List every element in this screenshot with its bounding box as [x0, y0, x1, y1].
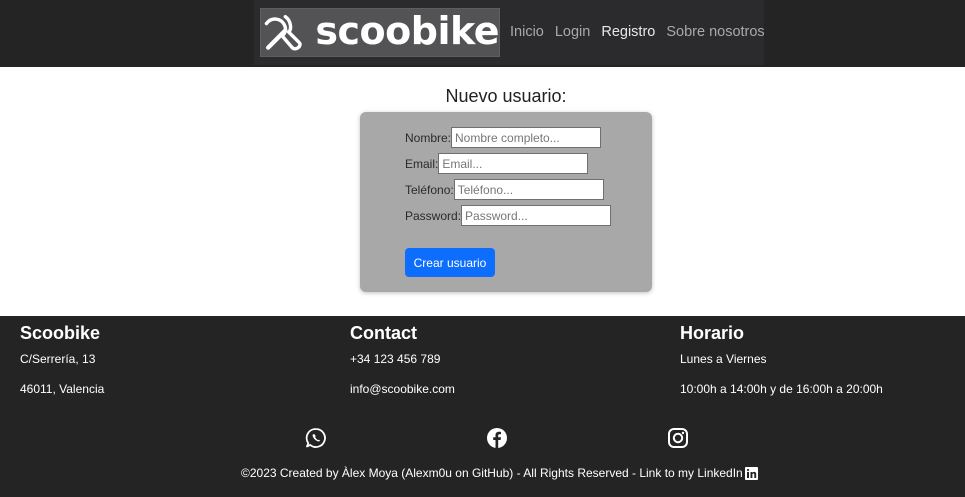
copyright-text[interactable]: ©2023 Created by Àlex Moya (Alexm0u on G… [241, 466, 743, 480]
password-label: Password: [405, 208, 462, 223]
name-field[interactable] [451, 127, 602, 148]
phone-label: Teléfono: [405, 182, 454, 197]
footer-phone: +34 123 456 789 [350, 352, 441, 366]
email-row: Email: [405, 153, 589, 174]
nav-inicio[interactable]: Inicio [510, 24, 544, 40]
copyright-line: ©2023 Created by Àlex Moya (Alexm0u on G… [241, 466, 758, 480]
linkedin-icon[interactable] [744, 466, 758, 480]
footer-postcode: 46011, Valencia [20, 382, 105, 396]
wrench-icon [264, 14, 302, 50]
name-label: Nombre: [405, 130, 452, 145]
create-user-button[interactable]: Crear usuario [405, 248, 495, 277]
nav-sobre-nosotros[interactable]: Sobre nosotros [666, 24, 764, 40]
nav-login[interactable]: Login [555, 24, 590, 40]
footer-company-title: Scoobike [20, 323, 101, 343]
page-title: Nuevo usuario: [445, 86, 567, 106]
facebook-icon[interactable] [486, 427, 508, 449]
password-row: Password: [405, 205, 612, 226]
email-label: Email: [405, 156, 439, 171]
footer-address: C/Serrería, 13 [20, 352, 96, 366]
main-nav: Inicio Login Registro Sobre nosotros [510, 24, 776, 40]
register-form-card: Nombre: Email: Teléfono: Password: Crear… [360, 112, 652, 292]
logo[interactable]: scoobike [260, 8, 500, 57]
phone-field[interactable] [453, 179, 604, 200]
nav-registro[interactable]: Registro [601, 24, 655, 40]
phone-row: Teléfono: [405, 179, 604, 200]
password-field[interactable] [461, 205, 612, 226]
footer: Scoobike C/Serrería, 13 46011, Valencia … [0, 316, 965, 497]
footer-contact-title: Contact [350, 323, 417, 343]
logo-text: scoobike [315, 8, 499, 53]
footer-email[interactable]: info@scoobike.com [350, 382, 455, 396]
whatsapp-icon[interactable] [305, 427, 327, 449]
name-row: Nombre: [405, 127, 602, 148]
footer-days: Lunes a Viernes [680, 352, 767, 366]
email-field[interactable] [438, 153, 589, 174]
footer-hours: 10:00h a 14:00h y de 16:00h a 20:00h [680, 382, 883, 396]
instagram-icon[interactable] [667, 427, 689, 449]
footer-hours-title: Horario [680, 323, 745, 343]
